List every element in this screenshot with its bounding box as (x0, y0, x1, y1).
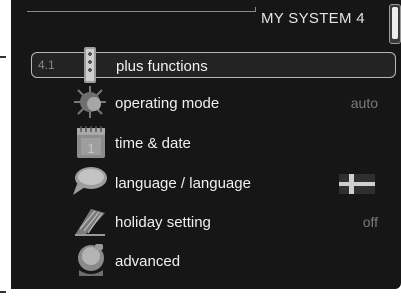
plus-functions-icon (84, 47, 96, 83)
menu-item-language[interactable]: language / language (31, 167, 396, 196)
menu-item-label: language / language (115, 175, 251, 192)
header-divider-tick (255, 7, 256, 12)
menu-item-label: time & date (115, 135, 191, 152)
speech-bubble-icon (73, 167, 107, 195)
menu-item-holiday-setting[interactable]: holiday setting off (31, 209, 396, 236)
menu-item-value: off (362, 214, 378, 230)
swedish-flag-icon (339, 174, 375, 194)
menu-item-label: holiday setting (115, 214, 211, 231)
menu-item-advanced[interactable]: advanced (31, 244, 396, 276)
display-screen: MY SYSTEM 4 4.1 plus functions operating… (11, 0, 401, 289)
frame-mark-top (0, 56, 6, 58)
menu-item-label: plus functions (116, 58, 208, 75)
sun-mode-icon (74, 86, 106, 118)
menu-item-operating-mode[interactable]: operating mode auto (31, 86, 396, 118)
scrollbar[interactable] (389, 4, 401, 44)
menu-item-plus-functions[interactable]: 4.1 plus functions (31, 47, 396, 83)
svg-text:1: 1 (87, 141, 94, 156)
calendar-icon: 1 (77, 126, 105, 158)
advanced-person-icon (78, 244, 104, 276)
frame-mark-bottom (0, 291, 6, 293)
menu-item-time-date[interactable]: 1 time & date (31, 126, 396, 158)
header-divider (27, 11, 255, 12)
menu-item-label: operating mode (115, 95, 220, 112)
scrollbar-thumb[interactable] (392, 7, 398, 39)
menu-item-number: 4.1 (38, 58, 55, 72)
menu-item-label: advanced (115, 253, 181, 270)
deck-chair-icon (75, 209, 105, 236)
page-title: MY SYSTEM 4 (261, 10, 365, 27)
menu-item-value: auto (350, 95, 378, 111)
